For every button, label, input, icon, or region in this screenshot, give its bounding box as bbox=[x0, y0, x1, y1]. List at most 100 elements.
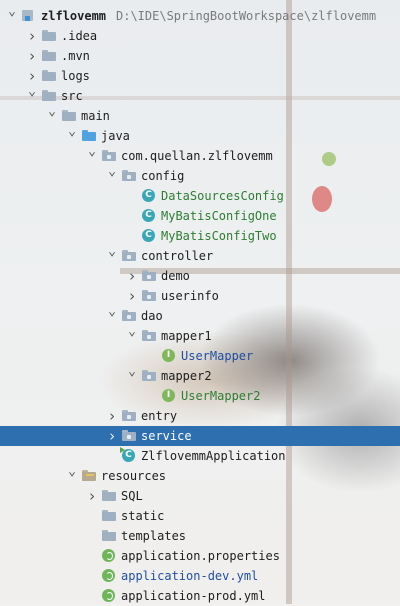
chevron-down-icon[interactable]: ⌄ bbox=[126, 362, 138, 382]
package-icon bbox=[122, 170, 136, 181]
project-path: D:\IDE\SpringBootWorkspace\zlflovemm bbox=[116, 9, 377, 23]
tree-node-idea[interactable]: › .idea bbox=[0, 26, 400, 46]
folder-icon bbox=[42, 90, 56, 101]
chevron-right-icon[interactable]: › bbox=[126, 266, 138, 286]
class-icon: C bbox=[142, 229, 155, 242]
chevron-down-icon[interactable]: ⌄ bbox=[66, 122, 78, 142]
chevron-down-icon[interactable]: ⌄ bbox=[106, 302, 118, 322]
tree-node-zlflovemm[interactable]: ⌄ zlflovemm D:\IDE\SpringBootWorkspace\zlf… bbox=[0, 4, 400, 26]
tree-node-label: com.quellan.zlflovemm bbox=[121, 149, 273, 163]
tree-node-label: application.properties bbox=[121, 549, 280, 563]
tree-node-label: logs bbox=[61, 69, 90, 83]
folder-icon bbox=[102, 510, 116, 521]
chevron-down-icon[interactable]: ⌄ bbox=[66, 462, 78, 482]
tree-node-userinfo[interactable]: › userinfo bbox=[0, 286, 400, 306]
tree-node-usermapper[interactable]: I UserMapper bbox=[0, 346, 400, 366]
tree-node-datasourcesconfig[interactable]: C DataSourcesConfig bbox=[0, 186, 400, 206]
class-icon: C bbox=[142, 189, 155, 202]
project-tree[interactable]: ⌄ zlflovemm D:\IDE\SpringBootWorkspace\zlf… bbox=[0, 4, 400, 606]
tree-node-label: application-prod.yml bbox=[121, 589, 266, 603]
tree-node-mybatisconfigone[interactable]: C MyBatisConfigOne bbox=[0, 206, 400, 226]
chevron-right-icon[interactable]: › bbox=[86, 486, 98, 506]
folder-icon bbox=[42, 30, 56, 41]
tree-node-label: UserMapper2 bbox=[181, 389, 261, 403]
module-icon bbox=[22, 10, 34, 22]
tree-node-label: controller bbox=[141, 249, 214, 263]
tree-node-demo[interactable]: › demo bbox=[0, 266, 400, 286]
chevron-down-icon[interactable]: ⌄ bbox=[106, 242, 118, 262]
tree-node-static[interactable]: static bbox=[0, 506, 400, 526]
tree-node-label: ZlflovemmApplication bbox=[141, 449, 286, 463]
tree-node-label: application-dev.yml bbox=[121, 569, 259, 583]
chevron-right-icon[interactable]: › bbox=[26, 46, 38, 66]
chevron-down-icon[interactable]: ⌄ bbox=[6, 2, 18, 22]
folder-icon bbox=[102, 530, 116, 541]
tree-node-application-properties[interactable]: application.properties bbox=[0, 546, 400, 566]
tree-node-main[interactable]: ⌄ main bbox=[0, 104, 400, 126]
tree-node-label: MyBatisConfigOne bbox=[161, 209, 277, 223]
folder-icon bbox=[42, 70, 56, 81]
tree-node-label: userinfo bbox=[161, 289, 219, 303]
tree-node-java[interactable]: ⌄ java bbox=[0, 124, 400, 146]
tree-node-label: java bbox=[101, 129, 130, 143]
tree-node-mapper1[interactable]: ⌄ mapper1 bbox=[0, 324, 400, 346]
tree-node-application-dev-yml[interactable]: application-dev.yml bbox=[0, 566, 400, 586]
package-icon bbox=[122, 410, 136, 421]
tree-node-label: entry bbox=[141, 409, 178, 423]
package-icon bbox=[142, 330, 156, 341]
tree-node-application-prod-yml[interactable]: application-prod.yml bbox=[0, 586, 400, 606]
chevron-down-icon[interactable]: ⌄ bbox=[126, 322, 138, 342]
tree-node-zlflovemmapplication[interactable]: C ZlflovemmApplication bbox=[0, 446, 400, 466]
tree-node-resources[interactable]: ⌄ resources bbox=[0, 464, 400, 486]
tree-node-label: templates bbox=[121, 529, 187, 543]
tree-node-service[interactable]: › service bbox=[0, 426, 400, 446]
package-icon bbox=[142, 270, 156, 281]
package-icon bbox=[122, 310, 136, 321]
tree-node-label: mapper1 bbox=[161, 329, 212, 343]
spring-config-icon bbox=[102, 589, 115, 602]
class-icon: C bbox=[142, 209, 155, 222]
chevron-down-icon[interactable]: ⌄ bbox=[26, 82, 38, 102]
tree-node-entry[interactable]: › entry bbox=[0, 406, 400, 426]
spring-config-icon bbox=[102, 549, 115, 562]
resources-folder-icon bbox=[82, 470, 96, 481]
tree-node-templates[interactable]: templates bbox=[0, 526, 400, 546]
tree-node-label: demo bbox=[161, 269, 190, 283]
spring-config-icon bbox=[102, 569, 115, 582]
tree-node-dao[interactable]: ⌄ dao bbox=[0, 304, 400, 326]
folder-icon bbox=[102, 490, 116, 501]
tree-node-label: SQL bbox=[121, 489, 143, 503]
tree-node-src[interactable]: ⌄ src bbox=[0, 84, 400, 106]
tree-node-mvn[interactable]: › .mvn bbox=[0, 46, 400, 66]
tree-node-logs[interactable]: › logs bbox=[0, 66, 400, 86]
chevron-down-icon[interactable]: ⌄ bbox=[46, 102, 58, 122]
chevron-right-icon[interactable]: › bbox=[26, 26, 38, 46]
package-icon bbox=[142, 290, 156, 301]
tree-node-label: static bbox=[121, 509, 165, 523]
tree-node-label: src bbox=[61, 89, 83, 103]
tree-node-label: .idea bbox=[61, 29, 98, 43]
tree-node-usermapper2[interactable]: I UserMapper2 bbox=[0, 386, 400, 406]
tree-node-sql[interactable]: › SQL bbox=[0, 486, 400, 506]
tree-node-label: .mvn bbox=[61, 49, 90, 63]
folder-icon bbox=[42, 50, 56, 61]
tree-node-label: resources bbox=[101, 469, 167, 483]
tree-node-com-quellan-zlflovemm[interactable]: ⌄ com.quellan.zlflovemm bbox=[0, 144, 400, 166]
chevron-right-icon[interactable]: › bbox=[126, 286, 138, 306]
chevron-right-icon[interactable]: › bbox=[106, 426, 118, 446]
chevron-right-icon[interactable]: › bbox=[106, 406, 118, 426]
folder-icon bbox=[62, 110, 76, 121]
tree-node-label: config bbox=[141, 169, 185, 183]
tree-node-controller[interactable]: ⌄ controller bbox=[0, 244, 400, 266]
tree-node-label: UserMapper bbox=[181, 349, 254, 363]
tree-node-label: zlflovemm bbox=[41, 9, 107, 23]
application-class-icon: C bbox=[120, 447, 135, 462]
tree-node-label: service bbox=[141, 429, 192, 443]
tree-node-config[interactable]: ⌄ config bbox=[0, 164, 400, 186]
chevron-down-icon[interactable]: ⌄ bbox=[106, 162, 118, 182]
interface-icon: I bbox=[162, 389, 175, 402]
chevron-down-icon[interactable]: ⌄ bbox=[86, 142, 98, 162]
package-icon bbox=[122, 430, 136, 441]
tree-node-mybatisconfigtwo[interactable]: C MyBatisConfigTwo bbox=[0, 226, 400, 246]
tree-node-mapper2[interactable]: ⌄ mapper2 bbox=[0, 364, 400, 386]
